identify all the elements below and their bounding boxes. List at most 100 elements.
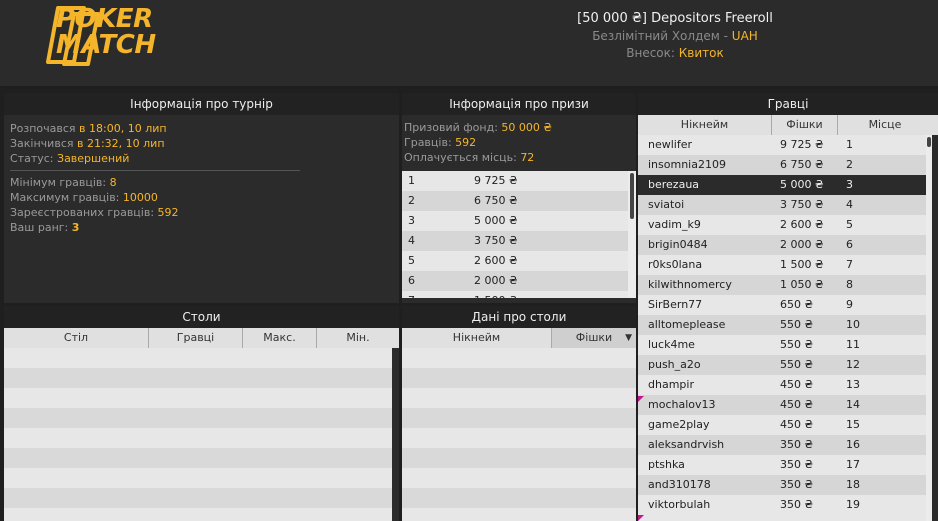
player-row[interactable]: vadim_k9 2 600 ₴ 5 [638, 215, 926, 235]
prize-scrollbar[interactable] [628, 171, 636, 298]
table-row[interactable] [402, 368, 636, 388]
player-row[interactable]: dhampir 450 ₴ 13 [638, 375, 926, 395]
tables-list[interactable] [4, 348, 392, 521]
player-place: 9 [846, 298, 853, 311]
player-nickname: alltomeplease [648, 318, 726, 331]
player-chips: 550 ₴ [780, 358, 814, 371]
player-nickname: ptshka [648, 458, 685, 471]
column-min[interactable]: Мін. [317, 328, 399, 348]
player-row[interactable]: viktorbulah 350 ₴ 19 [638, 495, 926, 515]
column-players[interactable]: Гравці [149, 328, 243, 348]
table-row[interactable] [4, 468, 392, 488]
player-nickname: push_a2o [648, 358, 701, 371]
table-row[interactable] [4, 348, 392, 368]
table-row[interactable] [4, 488, 392, 508]
player-chips: 450 ₴ [780, 398, 814, 411]
table-row[interactable] [402, 428, 636, 448]
player-place: 6 [846, 238, 853, 251]
player-chips: 6 750 ₴ [780, 158, 824, 171]
column-chips[interactable]: Фішки ▼ [552, 328, 636, 348]
player-place: 2 [846, 158, 853, 171]
panel-title: Столи [4, 306, 399, 328]
table-row[interactable] [4, 508, 392, 521]
scrollbar-thumb[interactable] [927, 137, 931, 147]
player-row[interactable]: SirBern77 650 ₴ 9 [638, 295, 926, 315]
column-nickname[interactable]: Нікнейм [638, 115, 772, 135]
table-row[interactable] [4, 388, 392, 408]
player-row[interactable]: mochalov13 450 ₴ 14 [638, 395, 926, 415]
player-row[interactable]: push_a2o 550 ₴ 12 [638, 355, 926, 375]
prize-row[interactable]: 2 6 750 ₴ [402, 191, 634, 211]
table-row[interactable] [4, 368, 392, 388]
player-row[interactable]: brigin0484 2 000 ₴ 6 [638, 235, 926, 255]
player-row[interactable]: sviatoi 3 750 ₴ 4 [638, 195, 926, 215]
player-nickname: vadim_k9 [648, 218, 701, 231]
column-nickname[interactable]: Нікнейм [402, 328, 552, 348]
player-place: 7 [846, 258, 853, 271]
player-row[interactable]: ptshka 350 ₴ 17 [638, 455, 926, 475]
players-list[interactable]: newlifer 9 725 ₴ 1 insomnia2109 6 750 ₴ 2 bere… [638, 135, 926, 521]
tournament-info-panel: Інформація про турнір Розпочався в 18:00… [4, 93, 399, 303]
panel-title: Інформація про призи [402, 93, 636, 115]
table-row[interactable] [402, 448, 636, 468]
player-chips: 2 600 ₴ [780, 218, 824, 231]
tournament-name: [50 000 ₴] Depositors Freeroll [577, 11, 773, 26]
table-row[interactable] [4, 408, 392, 428]
player-row[interactable]: game2play 450 ₴ 15 [638, 415, 926, 435]
player-row[interactable]: luck4me 550 ₴ 11 [638, 335, 926, 355]
players-header: Нікнейм Фішки Місце [638, 115, 938, 135]
table-row[interactable] [402, 488, 636, 508]
prize-place: 5 [408, 254, 415, 267]
table-row[interactable] [402, 468, 636, 488]
table-row[interactable] [4, 428, 392, 448]
prize-amount: 5 000 ₴ [474, 214, 518, 227]
players-scrollbar[interactable] [926, 135, 932, 521]
prize-place: 1 [408, 174, 415, 187]
player-row[interactable]: and310178 350 ₴ 18 [638, 475, 926, 495]
player-place: 11 [846, 338, 860, 351]
table-row[interactable] [4, 448, 392, 468]
column-chips[interactable]: Фішки [772, 115, 838, 135]
player-place: 1 [846, 138, 853, 151]
table-row[interactable] [402, 508, 636, 521]
player-place: 18 [846, 478, 860, 491]
prize-row[interactable]: 6 2 000 ₴ [402, 271, 634, 291]
prize-row[interactable]: 5 2 600 ₴ [402, 251, 634, 271]
prize-row[interactable]: 4 3 750 ₴ [402, 231, 634, 251]
player-chips: 350 ₴ [780, 438, 814, 451]
table-row[interactable] [402, 408, 636, 428]
player-row[interactable]: insomnia2109 6 750 ₴ 2 [638, 155, 926, 175]
player-chips: 450 ₴ [780, 418, 814, 431]
player-nickname: aleksandrvish [648, 438, 725, 451]
player-row[interactable]: aleksandrvish 350 ₴ 16 [638, 435, 926, 455]
player-chips: 5 000 ₴ [780, 178, 824, 191]
player-place: 16 [846, 438, 860, 451]
player-nickname: and310178 [648, 478, 711, 491]
table-data-list[interactable] [402, 348, 636, 521]
marker-icon [638, 515, 644, 521]
logo-text: POKER MATCH [56, 4, 156, 60]
player-row[interactable]: berezaua 5 000 ₴ 3 [638, 175, 926, 195]
tournament-players-info: Мінімум гравців: 8 Максимум гравців: 100… [10, 176, 179, 234]
prize-row[interactable]: 3 5 000 ₴ [402, 211, 634, 231]
player-nickname: mochalov13 [648, 398, 716, 411]
table-row[interactable] [402, 348, 636, 368]
player-row[interactable]: r0ks0lana 1 500 ₴ 7 [638, 255, 926, 275]
player-row[interactable]: alltomeplease 550 ₴ 10 [638, 315, 926, 335]
player-row[interactable]: newlifer 9 725 ₴ 1 [638, 135, 926, 155]
prize-row[interactable]: 1 9 725 ₴ [402, 171, 634, 191]
column-max[interactable]: Макс. [243, 328, 317, 348]
column-place[interactable]: Місце [838, 115, 932, 135]
prize-list[interactable]: 1 9 725 ₴ 2 6 750 ₴ 3 5 000 ₴ 4 3 750 ₴ 5 2 600 ₴… [402, 171, 634, 298]
prize-row[interactable]: 7 1 500 ₴ [402, 291, 634, 298]
player-chips: 3 750 ₴ [780, 198, 824, 211]
player-chips: 350 ₴ [780, 478, 814, 491]
player-row[interactable]: kilwithnomercy 1 050 ₴ 8 [638, 275, 926, 295]
table-row[interactable] [402, 388, 636, 408]
player-nickname: luck4me [648, 338, 695, 351]
prize-place: 2 [408, 194, 415, 207]
column-table[interactable]: Стіл [4, 328, 149, 348]
player-place: 19 [846, 498, 860, 511]
player-place: 12 [846, 358, 860, 371]
scrollbar-thumb[interactable] [630, 173, 634, 219]
